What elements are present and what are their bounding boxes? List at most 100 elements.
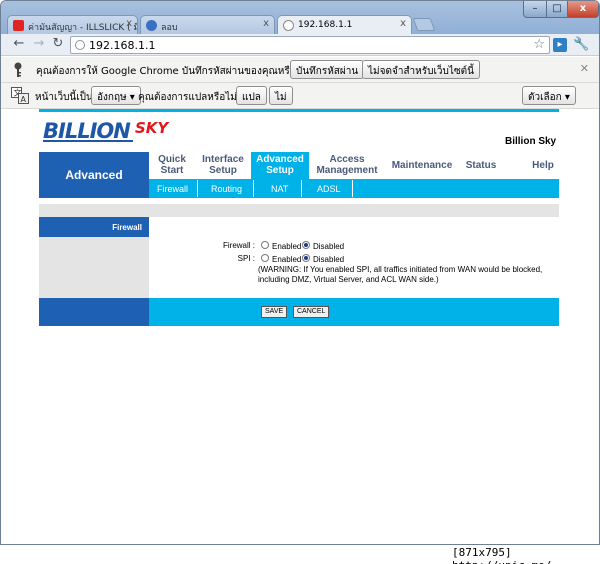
tab-title: ค่ามันสัญญา - ILLSLICK ( มีแน้ — [28, 23, 137, 33]
nav-label-line1: Status — [465, 160, 497, 171]
firewall-panel: Firewall Firewall : Enabled Disabled SPI… — [39, 217, 559, 298]
back-arrow-icon[interactable]: ← — [11, 36, 27, 52]
subnav-adsl[interactable]: ADSL — [317, 184, 341, 194]
password-infobar: คุณต้องการให้ Google Chrome บันทึกรหัสผ่… — [1, 57, 599, 83]
spi-label: SPI : — [237, 254, 255, 263]
nav-help[interactable]: Help — [529, 152, 557, 179]
nav-label-line1: Interface — [202, 154, 244, 165]
tab-close-icon[interactable]: x — [126, 18, 132, 29]
nav-status[interactable]: Status — [463, 152, 499, 179]
globe-icon — [283, 20, 294, 31]
language-value: อังกฤษ — [97, 92, 127, 103]
subnav-separator — [352, 180, 353, 197]
sub-nav: Firewall Routing NAT ADSL — [149, 179, 559, 198]
tab-close-icon[interactable]: x — [400, 18, 406, 29]
logo-accent: SKY — [135, 119, 169, 137]
logo-swoosh — [43, 140, 133, 142]
firewall-label: Firewall : — [222, 241, 255, 250]
translate-icon: 文 A — [11, 87, 29, 104]
subnav-nat[interactable]: NAT — [271, 184, 288, 194]
spi-enabled-label: Enabled — [272, 255, 302, 264]
brand-name: Billion Sky — [505, 136, 557, 147]
spi-disabled-radio[interactable] — [302, 254, 310, 262]
nav-maintenance[interactable]: Maintenance — [389, 152, 455, 179]
title-bar: ค่ามันสัญญา - ILLSLICK ( มีแน้ x ลอบ x 1… — [1, 1, 599, 34]
nav-interface-setup[interactable]: Interface Setup — [197, 152, 249, 179]
minimize-button[interactable]: – — [523, 1, 547, 18]
extension-icon[interactable]: ▸ — [553, 38, 567, 52]
language-dropdown[interactable]: อังกฤษ ▾ — [91, 86, 141, 105]
new-tab-button[interactable] — [412, 18, 436, 31]
translate-button[interactable]: แปล — [236, 86, 267, 105]
close-button[interactable]: x — [567, 1, 599, 18]
firewall-enabled-radio[interactable] — [261, 241, 269, 249]
translate-infobar: 文 A หน้าเว็บนี้เป็น อังกฤษ ▾ คุณต้องการแ… — [1, 83, 599, 109]
firewall-disabled-label: Disabled — [313, 242, 345, 251]
firewall-enabled-label: Enabled — [272, 242, 302, 251]
watermark: [871x795] http://upic.me/ — [452, 546, 551, 564]
nav-label-line2: Management — [316, 165, 378, 176]
wrench-icon[interactable]: 🔧 — [573, 37, 589, 52]
translate-prefix: หน้าเว็บนี้เป็น — [35, 92, 93, 103]
subnav-separator — [301, 180, 302, 197]
spi-enabled-radio[interactable] — [261, 254, 269, 262]
password-message: คุณต้องการให้ Google Chrome บันทึกรหัสผ่… — [36, 66, 308, 77]
no-translate-button[interactable]: ไม่ — [269, 86, 293, 105]
key-icon — [14, 62, 22, 77]
main-nav: Advanced Quick Start Interface Setup Adv… — [39, 152, 559, 198]
url-text: 192.168.1.1 — [89, 39, 156, 52]
maximize-button[interactable]: □ — [546, 1, 568, 18]
address-bar[interactable]: 192.168.1.1 ☆ — [70, 36, 550, 54]
svg-text:A: A — [21, 95, 27, 104]
nav-label-line1: Advanced — [256, 154, 304, 165]
gray-band — [39, 204, 559, 217]
section-title: Advanced — [39, 152, 149, 198]
tab-title: 192.168.1.1 — [298, 20, 353, 30]
tab-close-icon[interactable]: x — [263, 18, 269, 29]
options-button[interactable]: ตัวเลือก ▾ — [522, 86, 576, 105]
cancel-button[interactable]: CANCEL — [293, 306, 330, 318]
nav-label-line1: Help — [532, 160, 554, 171]
tab-lob[interactable]: ลอบ x — [140, 15, 275, 34]
nav-label-line1: Quick — [158, 154, 186, 165]
spi-warning: (WARNING: If You enabled SPI, all traffi… — [258, 265, 543, 284]
footer-sidebar — [39, 298, 149, 326]
subnav-separator — [197, 180, 198, 197]
nav-advanced-setup[interactable]: Advanced Setup — [251, 152, 309, 179]
save-password-button[interactable]: บันทึกรหัสผ่าน — [290, 60, 365, 79]
globe-icon — [75, 40, 85, 50]
nav-label-line1: Maintenance — [391, 160, 453, 171]
top-strip — [39, 109, 559, 112]
bookmark-star-icon[interactable]: ☆ — [533, 37, 545, 52]
chevron-down-icon: ▾ — [564, 92, 570, 103]
nav-label-line2: Setup — [266, 165, 294, 176]
reload-icon[interactable]: ↻ — [50, 36, 66, 52]
subnav-separator — [253, 180, 254, 197]
action-footer: SAVE CANCEL — [39, 298, 559, 326]
nav-access-management[interactable]: Access Management — [313, 152, 381, 179]
subnav-routing[interactable]: Routing — [211, 184, 242, 194]
chevron-down-icon: ▾ — [129, 92, 135, 103]
subnav-firewall[interactable]: Firewall — [157, 184, 188, 194]
nav-label-line2: Start — [160, 165, 184, 176]
firewall-disabled-radio[interactable] — [302, 241, 310, 249]
billion-logo: BILLION SKY — [43, 119, 183, 143]
nav-label-line2: Setup — [209, 165, 237, 176]
save-button[interactable]: SAVE — [261, 306, 288, 318]
never-save-button[interactable]: ไม่จดจำสำหรับเว็บไซต์นี้ — [362, 60, 481, 79]
spi-disabled-label: Disabled — [313, 255, 345, 264]
tab-router[interactable]: 192.168.1.1 x — [277, 15, 412, 34]
close-infobar-icon[interactable]: ✕ — [580, 62, 589, 75]
tab-title: ลอบ — [161, 23, 178, 33]
forward-arrow-icon[interactable]: → — [31, 36, 47, 52]
browser-window: ค่ามันสัญญา - ILLSLICK ( มีแน้ x ลอบ x 1… — [0, 0, 600, 545]
panel-sidebar: Firewall — [39, 217, 149, 298]
translate-question: คุณต้องการแปลหรือไม่ — [138, 92, 237, 103]
nav-quick-start[interactable]: Quick Start — [151, 152, 193, 179]
router-page: BILLION SKY Billion Sky Advanced Quick S… — [1, 109, 599, 544]
panel-title: Firewall — [39, 217, 149, 237]
tab-illslick[interactable]: ค่ามันสัญญา - ILLSLICK ( มีแน้ x — [7, 15, 138, 34]
options-label: ตัวเลือก — [528, 92, 562, 103]
nav-label-line1: Access — [329, 154, 365, 165]
browser-toolbar: ← → ↻ 192.168.1.1 ☆ ▸ 🔧 — [1, 34, 599, 56]
